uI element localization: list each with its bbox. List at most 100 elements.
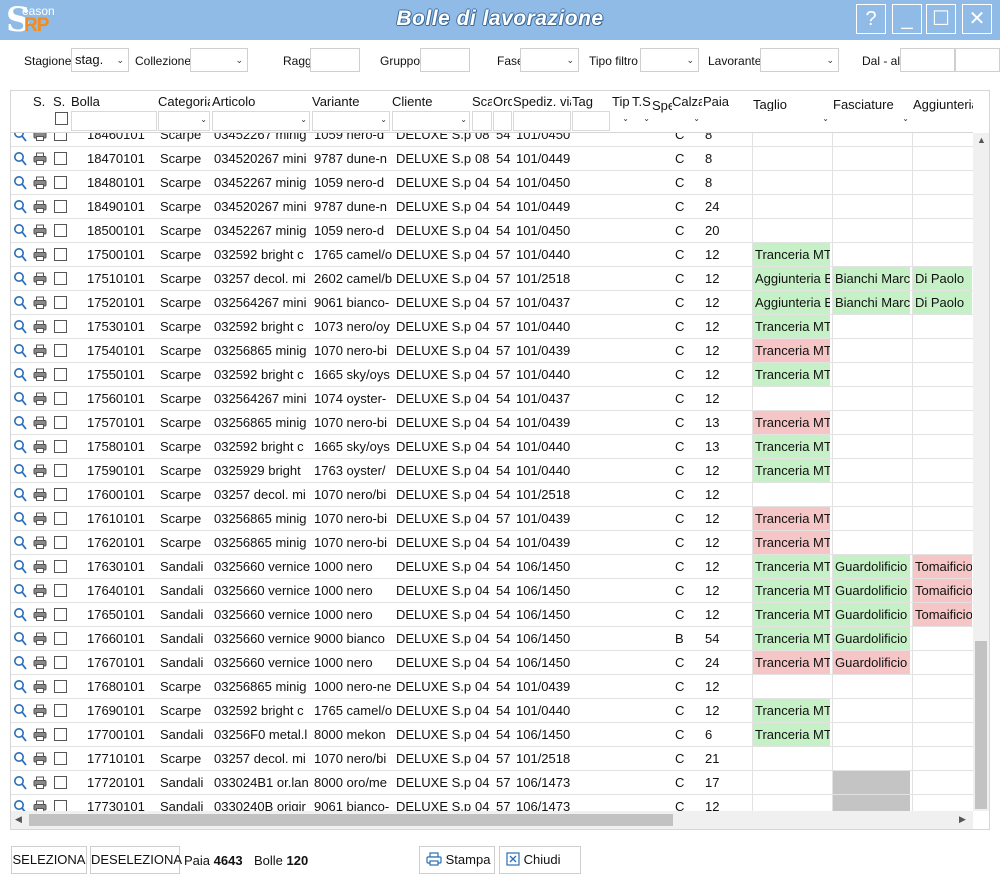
row-select-checkbox[interactable] xyxy=(54,296,67,309)
magnifier-icon[interactable] xyxy=(13,175,27,191)
printer-icon[interactable] xyxy=(33,488,47,502)
magnifier-icon[interactable] xyxy=(13,319,27,335)
tipo-filtro-select[interactable]: ⌄ xyxy=(640,48,699,72)
table-row[interactable]: 17670101 Sandali 0325660 vernice 1000 nero D… xyxy=(11,651,973,675)
close-window-button[interactable]: ✕ xyxy=(962,4,992,34)
gruppo-input[interactable] xyxy=(420,48,470,72)
filter-calz[interactable]: ⌄ xyxy=(672,111,702,131)
magnifier-icon[interactable] xyxy=(13,391,27,407)
filter-bolla[interactable] xyxy=(71,111,157,131)
filter-cliente[interactable]: ⌄ xyxy=(392,111,470,131)
col-header-s2[interactable]: S. xyxy=(53,94,67,109)
col-header-paia[interactable]: Paia xyxy=(703,94,743,109)
row-select-checkbox[interactable] xyxy=(54,632,67,645)
magnifier-icon[interactable] xyxy=(13,751,27,767)
row-select-checkbox[interactable] xyxy=(54,752,67,765)
row-select-checkbox[interactable] xyxy=(54,224,67,237)
printer-icon[interactable] xyxy=(33,296,47,310)
table-row[interactable]: 17720101 Sandali 033024B1 or.lan 8000 oro/m… xyxy=(11,771,973,795)
filter-tag[interactable] xyxy=(572,111,610,131)
printer-icon[interactable] xyxy=(33,752,47,766)
magnifier-icon[interactable] xyxy=(13,727,27,743)
table-row[interactable]: 17640101 Sandali 0325660 vernice 1000 nero D… xyxy=(11,579,973,603)
scroll-right-icon[interactable]: ▶ xyxy=(959,814,966,825)
magnifier-icon[interactable] xyxy=(13,367,27,383)
printer-icon[interactable] xyxy=(33,728,47,742)
row-select-checkbox[interactable] xyxy=(54,320,67,333)
table-row[interactable]: 17730101 Sandali 0330240B origir 9061 bianc… xyxy=(11,795,973,811)
printer-icon[interactable] xyxy=(33,632,47,646)
table-row[interactable]: 17620101 Scarpe 03256865 minig 1070 nero-bi… xyxy=(11,531,973,555)
table-row[interactable]: 18470101 Scarpe 034520267 mini 9787 dune-n D… xyxy=(11,147,973,171)
row-select-checkbox[interactable] xyxy=(54,272,67,285)
printer-icon[interactable] xyxy=(33,176,47,190)
printer-icon[interactable] xyxy=(33,608,47,622)
chiudi-button[interactable]: Chiudi xyxy=(499,846,581,874)
printer-icon[interactable] xyxy=(33,584,47,598)
select-all-checkbox[interactable] xyxy=(55,112,68,125)
magnifier-icon[interactable] xyxy=(13,775,27,791)
fase-select[interactable]: ⌄ xyxy=(520,48,579,72)
table-row[interactable]: 17700101 Sandali 03256F0 metal.l 8000 mekon… xyxy=(11,723,973,747)
collezione-select[interactable]: ⌄ xyxy=(190,48,248,72)
filter-articolo[interactable]: ⌄ xyxy=(212,111,310,131)
deseleziona-button[interactable]: DESELEZIONA xyxy=(90,846,182,874)
row-select-checkbox[interactable] xyxy=(54,776,67,789)
printer-icon[interactable] xyxy=(33,680,47,694)
magnifier-icon[interactable] xyxy=(13,583,27,599)
horizontal-scroll-thumb[interactable] xyxy=(29,814,673,826)
magnifier-icon[interactable] xyxy=(13,703,27,719)
col-header-ord[interactable]: Ord xyxy=(493,94,512,109)
col-header-taglio[interactable]: Taglio xyxy=(753,97,831,112)
magnifier-icon[interactable] xyxy=(13,631,27,647)
table-row[interactable]: 17650101 Sandali 0325660 vernice 1000 nero D… xyxy=(11,603,973,627)
row-select-checkbox[interactable] xyxy=(54,560,67,573)
magnifier-icon[interactable] xyxy=(13,559,27,575)
row-select-checkbox[interactable] xyxy=(54,704,67,717)
col-header-categoria[interactable]: Categoria xyxy=(158,94,210,109)
col-header-tip[interactable]: Tip xyxy=(612,94,631,109)
magnifier-icon[interactable] xyxy=(13,295,27,311)
col-header-sca[interactable]: Sca xyxy=(472,94,492,109)
filter-fasciature[interactable]: ⌄ xyxy=(833,111,911,131)
magnifier-icon[interactable] xyxy=(13,799,27,811)
row-select-checkbox[interactable] xyxy=(54,608,67,621)
stampa-button[interactable]: Stampa xyxy=(419,846,495,874)
magnifier-icon[interactable] xyxy=(13,511,27,527)
scroll-left-icon[interactable]: ◀ xyxy=(15,814,22,825)
printer-icon[interactable] xyxy=(33,464,47,478)
table-row[interactable]: 17600101 Scarpe 03257 decol. mi 1070 nero/b… xyxy=(11,483,973,507)
table-row[interactable]: 17690101 Scarpe 032592 bright c 1765 camel/… xyxy=(11,699,973,723)
minimize-button[interactable]: _ xyxy=(892,4,922,34)
col-header-articolo[interactable]: Articolo xyxy=(212,94,310,109)
lavorante-select[interactable]: ⌄ xyxy=(760,48,839,72)
printer-icon[interactable] xyxy=(33,344,47,358)
printer-icon[interactable] xyxy=(33,776,47,790)
row-select-checkbox[interactable] xyxy=(54,512,67,525)
col-header-bolla[interactable]: Bolla xyxy=(71,94,157,109)
printer-icon[interactable] xyxy=(33,248,47,262)
filter-sca[interactable] xyxy=(472,111,492,131)
col-header-cliente[interactable]: Cliente xyxy=(392,94,470,109)
filter-ord[interactable] xyxy=(493,111,512,131)
table-row[interactable]: 17590101 Scarpe 0325929 bright 1763 oyster/… xyxy=(11,459,973,483)
table-row[interactable]: 17710101 Scarpe 03257 decol. mi 1070 nero/b… xyxy=(11,747,973,771)
printer-icon[interactable] xyxy=(33,704,47,718)
row-select-checkbox[interactable] xyxy=(54,488,67,501)
scroll-up-icon[interactable]: ▲ xyxy=(977,135,986,145)
magnifier-icon[interactable] xyxy=(13,535,27,551)
row-select-checkbox[interactable] xyxy=(54,728,67,741)
magnifier-icon[interactable] xyxy=(13,463,27,479)
printer-icon[interactable] xyxy=(33,200,47,214)
printer-icon[interactable] xyxy=(33,512,47,526)
table-row[interactable]: 17510101 Scarpe 03257 decol. mi 2602 camel/… xyxy=(11,267,973,291)
printer-icon[interactable] xyxy=(33,800,47,811)
table-row[interactable]: 17550101 Scarpe 032592 bright c 1665 sky/oy… xyxy=(11,363,973,387)
filter-ts[interactable]: ⌄ xyxy=(632,111,652,131)
table-row[interactable]: 17500101 Scarpe 032592 bright c 1765 camel/… xyxy=(11,243,973,267)
help-button[interactable]: ? xyxy=(856,4,886,34)
filter-spediz[interactable] xyxy=(513,111,571,131)
filter-variante[interactable]: ⌄ xyxy=(312,111,390,131)
ragg-input[interactable] xyxy=(310,48,360,72)
vertical-scrollbar[interactable]: ▲ xyxy=(973,133,989,811)
